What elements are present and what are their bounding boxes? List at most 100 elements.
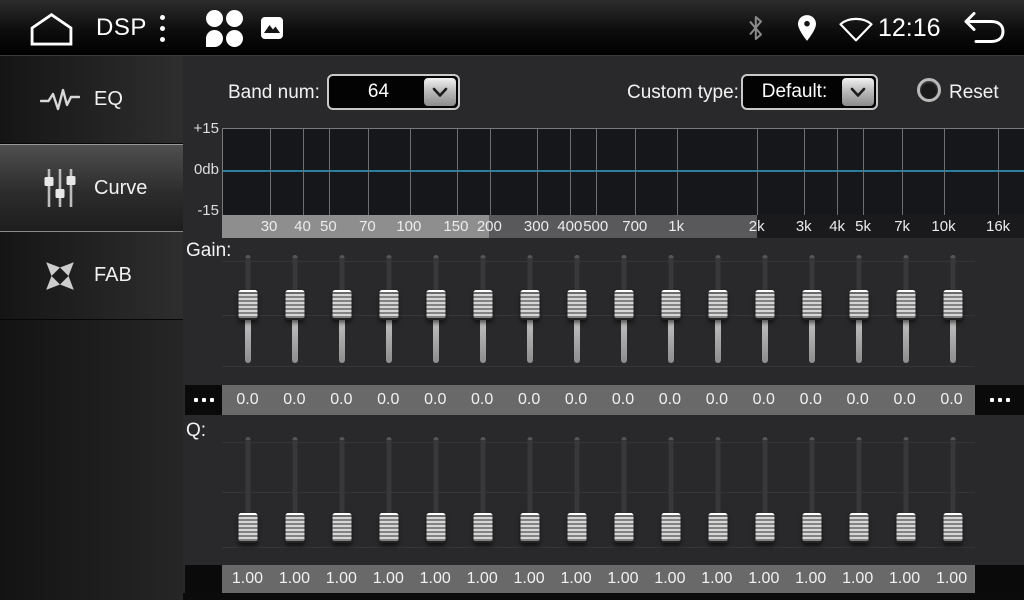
q-band-slider[interactable] [412, 418, 459, 563]
gain-band-slider[interactable] [694, 238, 741, 384]
slider-knob[interactable] [896, 290, 915, 320]
q-band-slider[interactable] [741, 418, 788, 563]
slider-knob[interactable] [802, 513, 821, 543]
gain-value: 0.0 [459, 391, 506, 409]
slider-knob[interactable] [567, 290, 586, 320]
q-band-slider[interactable] [365, 418, 412, 563]
slider-knob[interactable] [755, 513, 774, 543]
slider-knob[interactable] [661, 513, 680, 543]
q-value: 1.00 [928, 570, 975, 588]
slider-knob[interactable] [849, 513, 868, 543]
slider-knob[interactable] [520, 513, 539, 543]
gain-band-slider[interactable] [835, 238, 882, 384]
gain-band-slider[interactable] [600, 238, 647, 384]
scroll-bands-right-button[interactable] [975, 385, 1024, 415]
reset-radio[interactable] [917, 78, 941, 102]
expand-arrows-icon [40, 259, 80, 293]
q-band-slider[interactable] [788, 418, 835, 563]
slider-knob[interactable] [614, 290, 633, 320]
gain-band-slider[interactable] [741, 238, 788, 384]
slider-knob[interactable] [661, 290, 680, 320]
gallery-icon[interactable] [260, 0, 284, 56]
q-value: 1.00 [553, 570, 600, 588]
q-value: 1.00 [693, 570, 740, 588]
slider-knob[interactable] [426, 290, 445, 320]
gain-band-slider[interactable] [553, 238, 600, 384]
slider-knob[interactable] [473, 290, 492, 320]
freq-gridline [902, 129, 903, 215]
q-band-slider[interactable] [318, 418, 365, 563]
gain-band-slider[interactable] [506, 238, 553, 384]
q-band-slider[interactable] [929, 418, 976, 563]
slider-knob[interactable] [332, 513, 351, 543]
eq-curve-line [223, 170, 1024, 172]
overflow-menu-icon[interactable] [160, 0, 165, 56]
gain-band-slider[interactable] [412, 238, 459, 384]
q-band-slider[interactable] [600, 418, 647, 563]
slider-knob[interactable] [426, 513, 445, 543]
slider-knob[interactable] [473, 513, 492, 543]
slider-knob[interactable] [332, 290, 351, 320]
sidebar-item-label: FAB [94, 264, 132, 287]
bluetooth-icon [746, 0, 766, 56]
slider-knob[interactable] [238, 290, 257, 320]
gain-band-slider[interactable] [271, 238, 318, 384]
q-band-slider[interactable] [224, 418, 271, 563]
slider-knob[interactable] [896, 513, 915, 543]
gain-band-slider[interactable] [459, 238, 506, 384]
slider-knob[interactable] [849, 290, 868, 320]
chevron-down-icon[interactable] [842, 78, 874, 106]
sidebar-item-eq[interactable]: EQ [0, 56, 183, 144]
slider-knob[interactable] [379, 290, 398, 320]
freq-gridline [677, 129, 678, 215]
gain-band-slider[interactable] [318, 238, 365, 384]
q-band-slider[interactable] [882, 418, 929, 563]
slider-knob[interactable] [802, 290, 821, 320]
gain-value: 0.0 [834, 391, 881, 409]
freq-tick-label: 16k [986, 218, 1010, 235]
q-value: 1.00 [881, 570, 928, 588]
sidebar-item-fab[interactable]: FAB [0, 232, 183, 320]
q-band-slider[interactable] [647, 418, 694, 563]
slider-knob[interactable] [708, 290, 727, 320]
q-value: 1.00 [834, 570, 881, 588]
status-bar: DSP 12:16 [0, 0, 1024, 56]
band-num-label: Band num: [228, 82, 320, 104]
back-icon[interactable] [958, 0, 1008, 56]
slider-knob[interactable] [520, 290, 539, 320]
freq-gridline [863, 129, 864, 215]
sidebar-item-curve[interactable]: Curve [0, 144, 183, 232]
freq-tick-label: 50 [320, 218, 337, 235]
gain-band-slider[interactable] [647, 238, 694, 384]
q-band-slider[interactable] [506, 418, 553, 563]
q-band-slider[interactable] [271, 418, 318, 563]
gain-band-slider[interactable] [882, 238, 929, 384]
slider-knob[interactable] [567, 513, 586, 543]
gain-band-slider[interactable] [929, 238, 976, 384]
gain-band-slider[interactable] [788, 238, 835, 384]
chevron-down-icon[interactable] [424, 78, 456, 106]
slider-knob[interactable] [708, 513, 727, 543]
slider-knob[interactable] [943, 290, 962, 320]
slider-knob[interactable] [285, 290, 304, 320]
q-band-slider[interactable] [694, 418, 741, 563]
scroll-bands-left-button[interactable] [185, 385, 222, 415]
slider-knob[interactable] [614, 513, 633, 543]
q-band-slider[interactable] [459, 418, 506, 563]
slider-knob[interactable] [379, 513, 398, 543]
custom-type-label: Custom type: [627, 82, 739, 104]
slider-knob[interactable] [943, 513, 962, 543]
gain-band-slider[interactable] [365, 238, 412, 384]
q-band-slider[interactable] [835, 418, 882, 563]
slider-knob[interactable] [755, 290, 774, 320]
q-band-slider[interactable] [553, 418, 600, 563]
slider-knob[interactable] [285, 513, 304, 543]
gain-value: 0.0 [553, 391, 600, 409]
freq-gridline [804, 129, 805, 215]
apps-icon[interactable] [206, 0, 243, 56]
gain-band-slider[interactable] [224, 238, 271, 384]
custom-type-dropdown[interactable]: Default: [741, 74, 878, 110]
home-icon[interactable] [27, 0, 76, 56]
band-num-dropdown[interactable]: 64 [327, 74, 460, 110]
slider-knob[interactable] [238, 513, 257, 543]
